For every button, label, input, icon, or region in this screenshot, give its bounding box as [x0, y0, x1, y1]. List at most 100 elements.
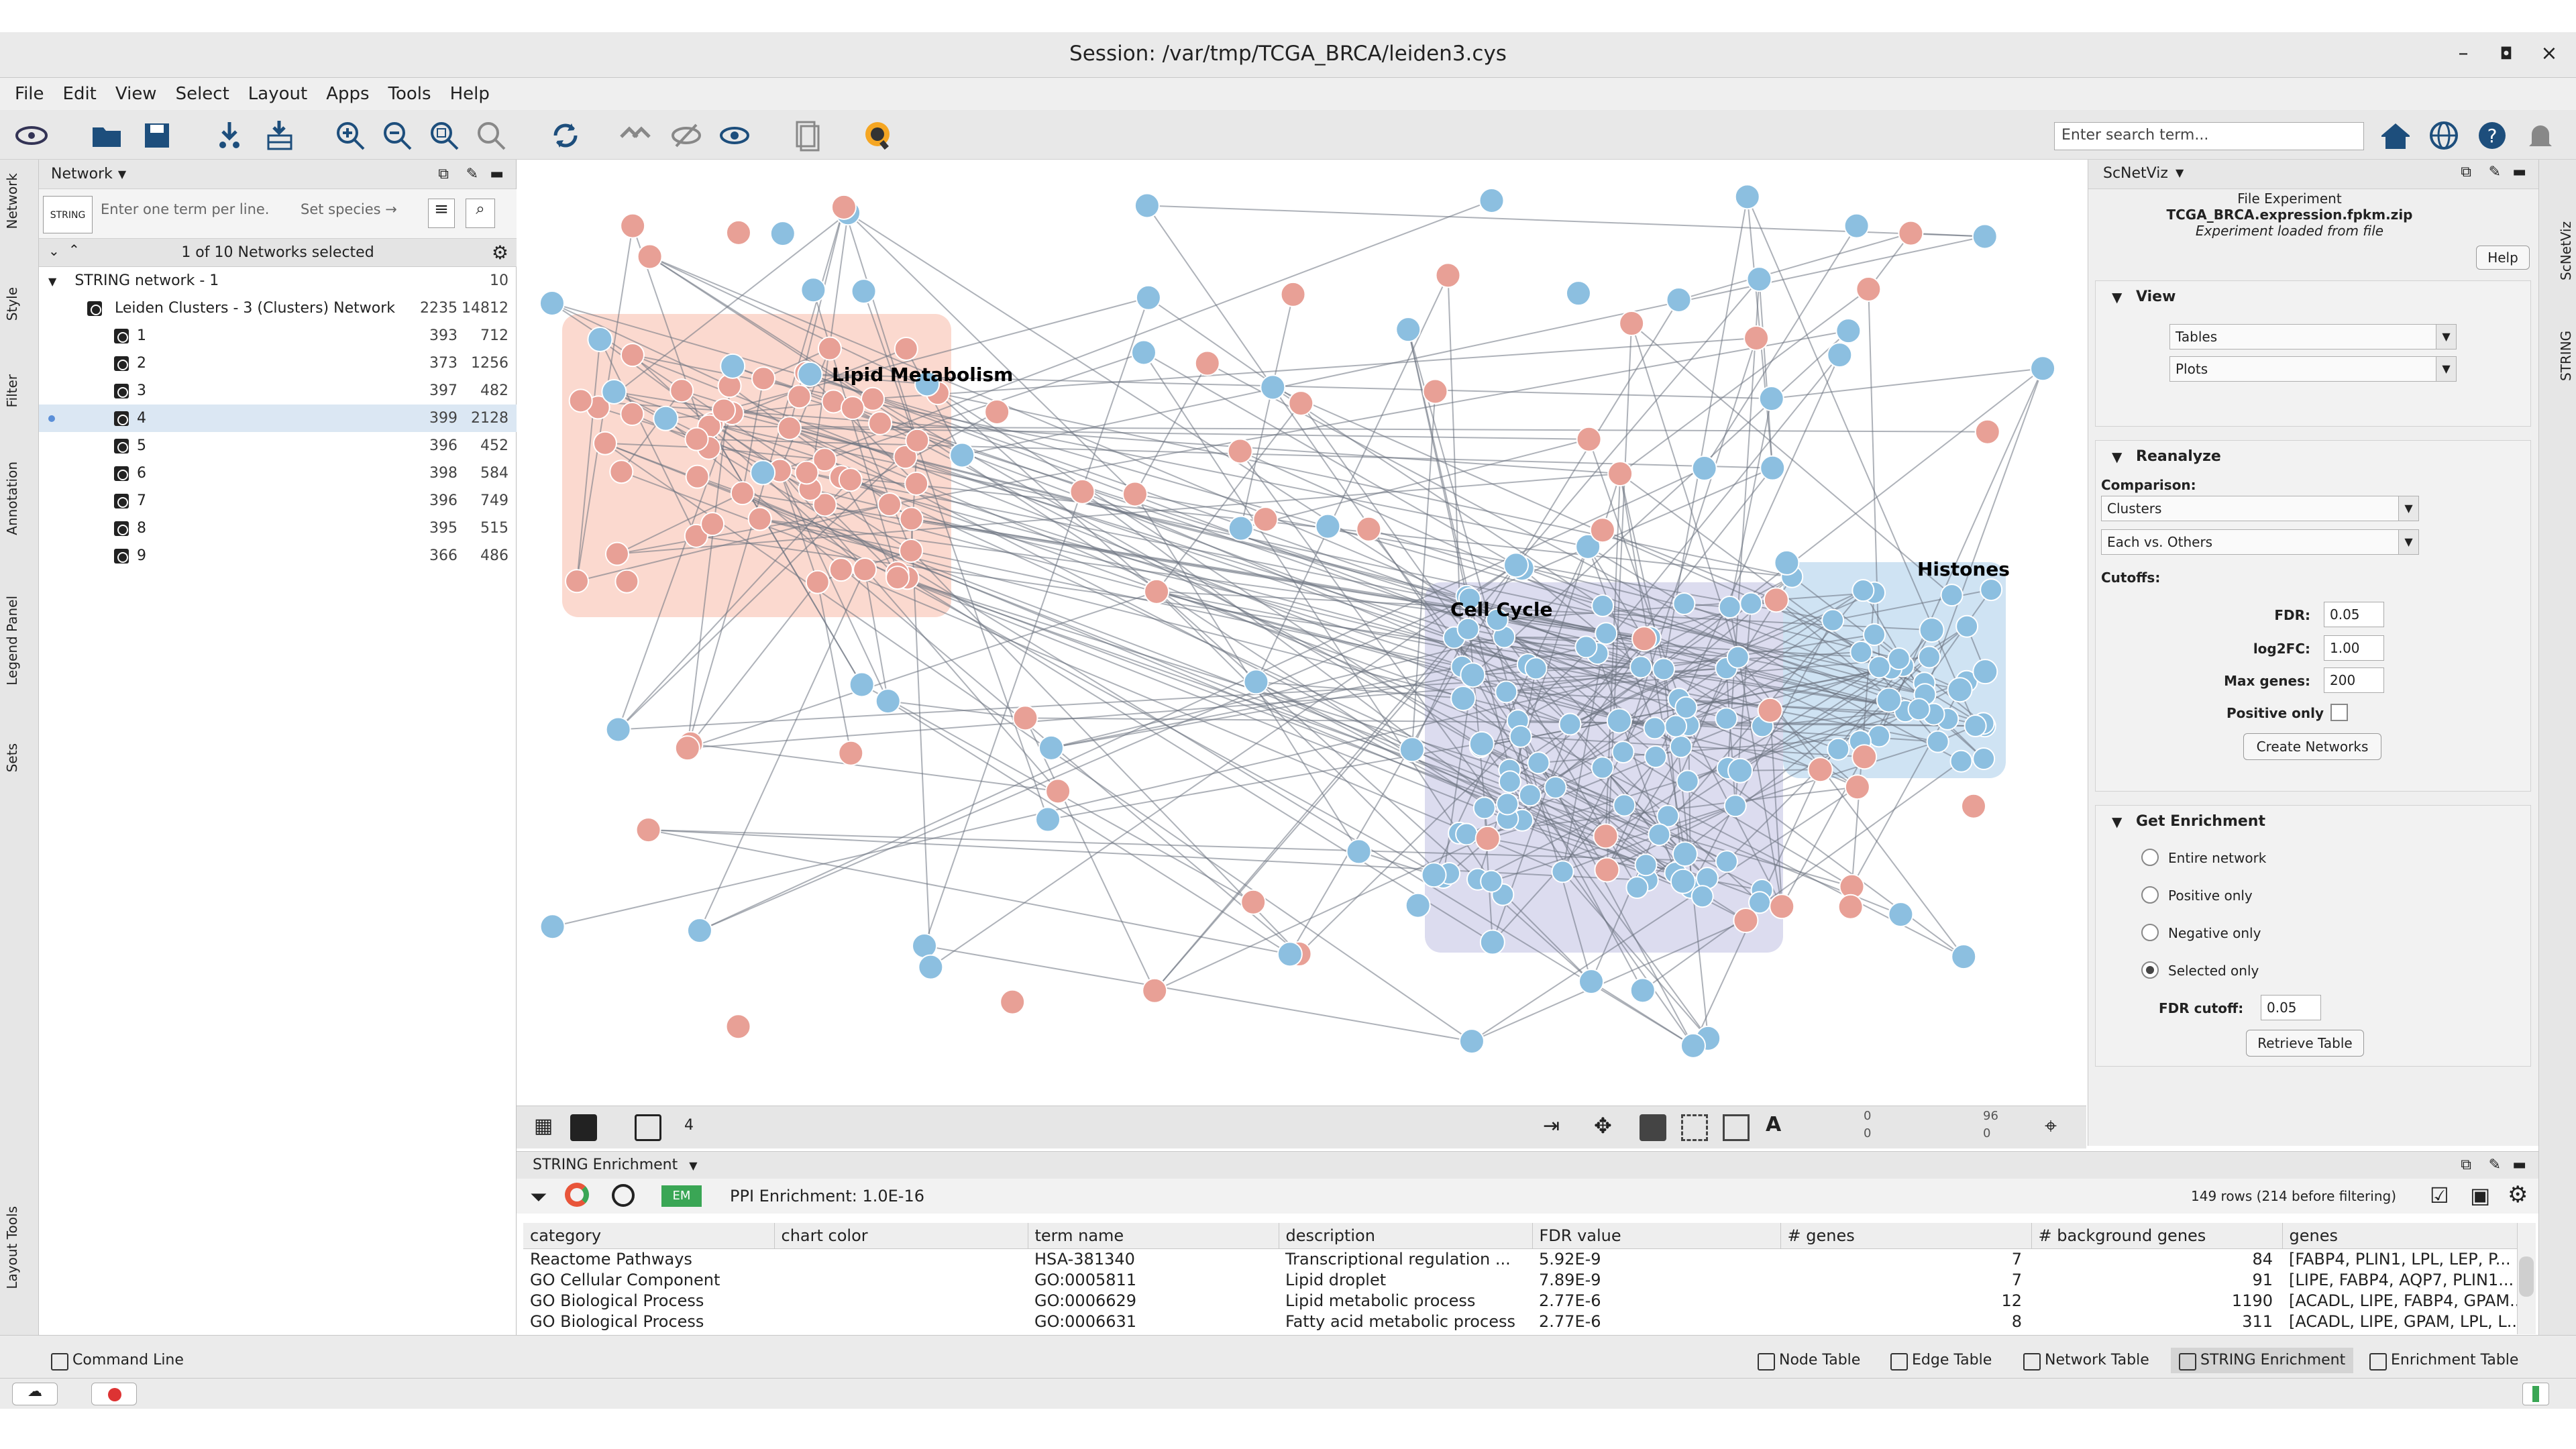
- network-node[interactable]: [1012, 705, 1038, 731]
- network-node[interactable]: [1680, 1032, 1706, 1059]
- network-edge[interactable]: [1771, 368, 2043, 400]
- network-node[interactable]: [751, 366, 776, 391]
- reanalyze-section-header[interactable]: Reanalyze: [2096, 441, 2530, 473]
- column-header[interactable]: chart color: [774, 1223, 1028, 1249]
- view-plots-dropdown[interactable]: Plots ▼: [2169, 356, 2457, 382]
- menu-help[interactable]: Help: [441, 78, 499, 110]
- tab-network[interactable]: Network: [4, 173, 35, 274]
- open-folder-icon[interactable]: [90, 119, 123, 152]
- network-node[interactable]: [1917, 645, 1941, 669]
- network-node[interactable]: [1843, 213, 1870, 239]
- network-node[interactable]: [1479, 929, 1505, 955]
- network-node[interactable]: [1951, 944, 1977, 970]
- network-node[interactable]: [1144, 578, 1170, 604]
- options-icon[interactable]: ≡: [428, 199, 455, 228]
- network-node[interactable]: [912, 932, 938, 959]
- network-node[interactable]: [1629, 977, 1656, 1004]
- cluster-row[interactable]: 1 393 712: [39, 322, 517, 350]
- network-node[interactable]: [1876, 687, 1902, 713]
- network-node[interactable]: [565, 569, 590, 594]
- maxgenes-input[interactable]: 200: [2324, 667, 2384, 693]
- network-node[interactable]: [1594, 857, 1620, 883]
- column-header[interactable]: description: [1279, 1223, 1533, 1249]
- float-panel-icon[interactable]: ⧉: [438, 166, 449, 182]
- network-edge[interactable]: [937, 392, 1792, 578]
- network-node[interactable]: [1479, 188, 1505, 214]
- cluster-row[interactable]: 8 395 515: [39, 515, 517, 542]
- network-node[interactable]: [1495, 680, 1518, 704]
- network-node[interactable]: [747, 506, 772, 531]
- minimize-panel-icon[interactable]: ▬: [490, 166, 504, 182]
- network-node[interactable]: [1260, 374, 1286, 400]
- export-icon[interactable]: ⇥: [1543, 1114, 1560, 1138]
- network-node[interactable]: [1634, 853, 1658, 877]
- network-node[interactable]: [1142, 977, 1168, 1004]
- tab-string[interactable]: STRING: [2543, 294, 2574, 381]
- network-node[interactable]: [1856, 276, 1882, 303]
- network-node[interactable]: [1972, 223, 1998, 250]
- check-icon[interactable]: ☑: [2430, 1183, 2449, 1208]
- cluster-row[interactable]: 6 398 584: [39, 460, 517, 487]
- network-node[interactable]: [1589, 517, 1615, 543]
- help-button[interactable]: Help: [2476, 246, 2530, 270]
- select-annotations-icon[interactable]: [1723, 1114, 1750, 1141]
- network-node[interactable]: [712, 398, 737, 423]
- network-view-icon[interactable]: [570, 1114, 597, 1141]
- home-network-icon[interactable]: [619, 119, 652, 152]
- network-node[interactable]: [828, 557, 853, 582]
- search-icon[interactable]: ⌕: [466, 199, 495, 228]
- network-node[interactable]: [1498, 770, 1521, 794]
- network-node[interactable]: [1887, 647, 1911, 671]
- network-node[interactable]: [1723, 794, 1747, 818]
- network-node[interactable]: [838, 468, 863, 492]
- network-node[interactable]: [1907, 698, 1931, 721]
- network-node[interactable]: [1460, 662, 1486, 688]
- network-node[interactable]: [1000, 989, 1026, 1015]
- move-icon[interactable]: ✥: [1594, 1113, 1612, 1138]
- network-node[interactable]: [1718, 596, 1741, 619]
- column-header[interactable]: category: [523, 1223, 775, 1249]
- network-node[interactable]: [1565, 280, 1591, 307]
- network-canvas[interactable]: Lipid Metabolism Cell Cycle Histones: [517, 160, 2086, 1106]
- column-header[interactable]: genes: [2282, 1223, 2530, 1249]
- network-node[interactable]: [1625, 876, 1649, 900]
- network-node[interactable]: [1837, 894, 1864, 920]
- menu-file[interactable]: File: [5, 78, 54, 110]
- scnetviz-title[interactable]: ScNetViz: [2103, 165, 2168, 182]
- network-node[interactable]: [1130, 339, 1157, 366]
- network-node[interactable]: [601, 379, 627, 405]
- network-node[interactable]: [904, 471, 929, 496]
- network-node[interactable]: [1674, 696, 1698, 719]
- network-node[interactable]: [1593, 823, 1619, 849]
- clear-icon[interactable]: [612, 1184, 635, 1207]
- tab-annotation[interactable]: Annotation: [4, 462, 35, 576]
- network-node[interactable]: [1194, 350, 1220, 376]
- network-node[interactable]: [1613, 794, 1636, 817]
- network-node[interactable]: [1868, 724, 1891, 748]
- network-node[interactable]: [1574, 635, 1598, 659]
- network-node[interactable]: [1122, 481, 1148, 507]
- tab-filter[interactable]: Filter: [4, 374, 35, 448]
- network-node[interactable]: [1472, 796, 1496, 820]
- network-node[interactable]: [568, 388, 593, 413]
- network-edge[interactable]: [1272, 386, 1603, 606]
- network-node[interactable]: [885, 566, 910, 590]
- network-node[interactable]: [1069, 478, 1095, 504]
- network-node[interactable]: [1691, 455, 1717, 482]
- network-node[interactable]: [1746, 266, 1772, 292]
- search-input[interactable]: Enter search term...: [2054, 122, 2364, 150]
- detach-view-icon[interactable]: [635, 1114, 661, 1141]
- network-node[interactable]: [686, 918, 712, 944]
- network-node[interactable]: [1591, 594, 1615, 618]
- menu-tools[interactable]: Tools: [379, 78, 441, 110]
- network-node[interactable]: [2030, 356, 2056, 382]
- tab-sets[interactable]: Sets: [4, 743, 35, 817]
- network-node[interactable]: [1670, 868, 1696, 894]
- network-edge[interactable]: [742, 492, 1444, 878]
- radio-positive-only[interactable]: [2141, 886, 2159, 904]
- tab-style[interactable]: Style: [4, 287, 35, 361]
- tab-network-table[interactable]: Network Table: [2015, 1348, 2157, 1373]
- network-node[interactable]: [1898, 220, 1924, 246]
- network-node[interactable]: [1974, 419, 2000, 445]
- network-node[interactable]: [1480, 869, 1503, 893]
